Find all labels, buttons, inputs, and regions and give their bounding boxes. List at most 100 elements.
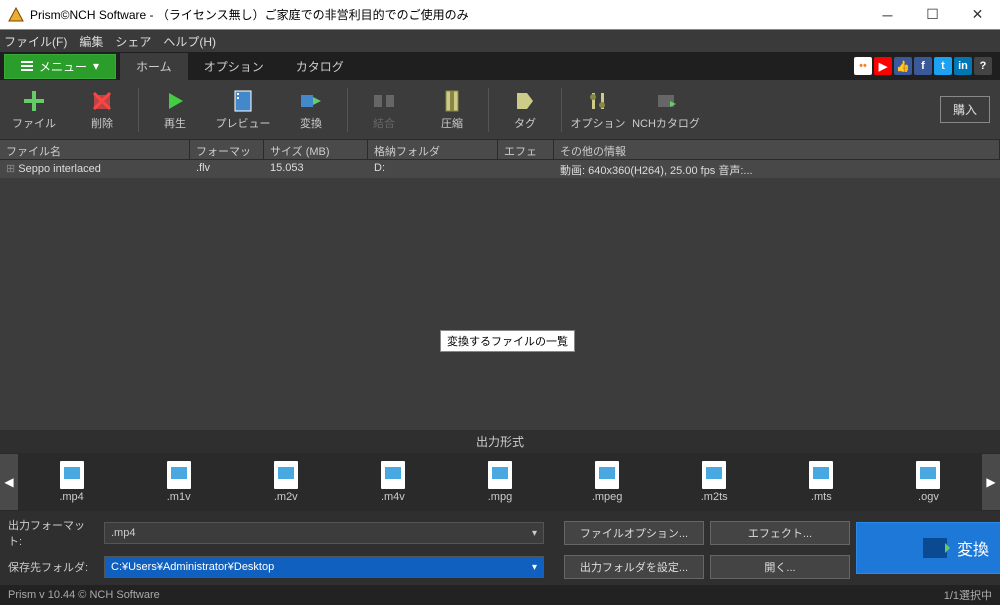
tab-catalog[interactable]: カタログ: [280, 53, 360, 80]
tag-icon: [513, 89, 537, 113]
minimize-button[interactable]: ─: [865, 0, 910, 29]
bottom-controls: 出力フォーマット: .mp4▾ ファイルオプション... エフェクト... 変換…: [0, 511, 1000, 585]
output-folder-button[interactable]: 出力フォルダを設定...: [564, 555, 704, 579]
chevron-down-icon: ▾: [532, 528, 537, 539]
col-format[interactable]: フォーマット: [190, 140, 264, 159]
col-filename[interactable]: ファイル名: [0, 140, 190, 159]
folder-label: 保存先フォルダ:: [8, 559, 98, 575]
menu-dropdown-button[interactable]: メニュー ▾: [4, 54, 116, 79]
format-strip: ◀ .mp4.m1v.m2v.m4v.mpg.mpeg.m2ts.mts.ogv…: [0, 453, 1000, 511]
col-info[interactable]: その他の情報: [554, 140, 1000, 159]
convert-button[interactable]: 変換: [856, 522, 1000, 574]
strip-next[interactable]: ▶: [982, 454, 1000, 510]
file-icon: [595, 461, 619, 489]
file-icon: [488, 461, 512, 489]
format-item[interactable]: .mpg: [446, 461, 553, 503]
menu-share[interactable]: シェア: [115, 33, 151, 50]
strip-prev[interactable]: ◀: [0, 454, 18, 510]
twitter-icon[interactable]: t: [934, 57, 952, 75]
tool-convert[interactable]: 変換: [277, 82, 345, 138]
catalog-icon: [654, 89, 678, 113]
toolbar: ファイル 削除 再生 プレビュー 変換 結合 圧縮 タグ オプション NCHカタ…: [0, 80, 1000, 140]
cell-format: .flv: [190, 160, 264, 178]
youtube-icon[interactable]: ▶: [874, 57, 892, 75]
cell-folder: D:: [368, 160, 498, 178]
tab-row: メニュー ▾ ホーム オプション カタログ •• ▶ 👍 f t in ?: [0, 52, 1000, 80]
chevron-down-icon: ▾: [532, 562, 537, 573]
format-item[interactable]: .ogv: [875, 461, 982, 503]
effect-button[interactable]: エフェクト...: [710, 521, 850, 545]
table-row[interactable]: ⊞ Seppo interlaced .flv 15.053 D: 動画: 64…: [0, 160, 1000, 178]
file-icon: [60, 461, 84, 489]
plus-icon: [22, 89, 46, 113]
linkedin-icon[interactable]: in: [954, 57, 972, 75]
format-item[interactable]: .m4v: [339, 461, 446, 503]
window-title: Prism©NCH Software - （ライセンス無し）ご家庭での非営利目的…: [30, 6, 865, 23]
tool-tag[interactable]: タグ: [491, 82, 559, 138]
convert-icon: [923, 538, 947, 558]
file-list[interactable]: ⊞ Seppo interlaced .flv 15.053 D: 動画: 64…: [0, 160, 1000, 430]
format-item[interactable]: .mp4: [18, 461, 125, 503]
combine-icon: [372, 89, 396, 113]
file-icon: [274, 461, 298, 489]
help-icon[interactable]: ?: [974, 57, 992, 75]
compress-icon: [440, 89, 464, 113]
option-icon: [586, 89, 610, 113]
menu-help[interactable]: ヘルプ(H): [163, 33, 216, 50]
col-size[interactable]: サイズ (MB): [264, 140, 368, 159]
output-format-label: 出力形式: [0, 430, 1000, 453]
format-item[interactable]: .mpeg: [554, 461, 661, 503]
maximize-button[interactable]: ☐: [910, 0, 955, 29]
format-item[interactable]: .mts: [768, 461, 875, 503]
preview-icon: [231, 89, 255, 113]
convert-icon: [299, 89, 323, 113]
tab-option[interactable]: オプション: [188, 53, 280, 80]
tool-option[interactable]: オプション: [564, 82, 632, 138]
status-bar: Prism v 10.44 © NCH Software 1/1選択中: [0, 585, 1000, 605]
tool-catalog[interactable]: NCHカタログ: [632, 82, 700, 138]
folder-combo[interactable]: C:¥Users¥Administrator¥Desktop▾: [104, 556, 544, 578]
col-folder[interactable]: 格納フォルダ: [368, 140, 498, 159]
close-button[interactable]: ✕: [955, 0, 1000, 29]
cell-filename: ⊞ Seppo interlaced: [0, 160, 190, 178]
open-button[interactable]: 開く...: [710, 555, 850, 579]
format-item[interactable]: .m1v: [125, 461, 232, 503]
play-icon: [163, 89, 187, 113]
status-selection: 1/1選択中: [944, 587, 992, 603]
cell-effect: [498, 160, 554, 178]
tool-preview[interactable]: プレビュー: [209, 82, 277, 138]
tool-delete[interactable]: 削除: [68, 82, 136, 138]
delete-icon: [90, 89, 114, 113]
tool-play[interactable]: 再生: [141, 82, 209, 138]
file-icon: [809, 461, 833, 489]
file-icon: [702, 461, 726, 489]
file-icon: [381, 461, 405, 489]
thumbsup-icon[interactable]: 👍: [894, 57, 912, 75]
tool-combine[interactable]: 結合: [350, 82, 418, 138]
col-effect[interactable]: エフェクト: [498, 140, 554, 159]
buy-button[interactable]: 購入: [940, 96, 990, 123]
status-version: Prism v 10.44 © NCH Software: [8, 589, 160, 601]
cell-info: 動画: 640x360(H264), 25.00 fps 音声:...: [554, 160, 1000, 178]
file-icon: [916, 461, 940, 489]
table-header: ファイル名 フォーマット サイズ (MB) 格納フォルダ エフェクト その他の情…: [0, 140, 1000, 160]
facebook-icon[interactable]: f: [914, 57, 932, 75]
title-bar: Prism©NCH Software - （ライセンス無し）ご家庭での非営利目的…: [0, 0, 1000, 30]
file-option-button[interactable]: ファイルオプション...: [564, 521, 704, 545]
format-item[interactable]: .m2v: [232, 461, 339, 503]
menu-bar: ファイル(F) 編集 シェア ヘルプ(H): [0, 30, 1000, 52]
format-item[interactable]: .m2ts: [661, 461, 768, 503]
file-icon: [167, 461, 191, 489]
tab-home[interactable]: ホーム: [120, 53, 188, 80]
format-label: 出力フォーマット:: [8, 517, 98, 549]
tooltip: 変換するファイルの一覧: [440, 330, 575, 352]
tool-file[interactable]: ファイル: [0, 82, 68, 138]
social-icons: •• ▶ 👍 f t in ?: [854, 57, 1000, 75]
flickr-icon[interactable]: ••: [854, 57, 872, 75]
app-logo-icon: [8, 7, 24, 23]
format-combo[interactable]: .mp4▾: [104, 522, 544, 544]
menu-file[interactable]: ファイル(F): [4, 33, 67, 50]
tool-compress[interactable]: 圧縮: [418, 82, 486, 138]
menu-edit[interactable]: 編集: [79, 33, 103, 50]
hamburger-icon: [21, 61, 33, 71]
